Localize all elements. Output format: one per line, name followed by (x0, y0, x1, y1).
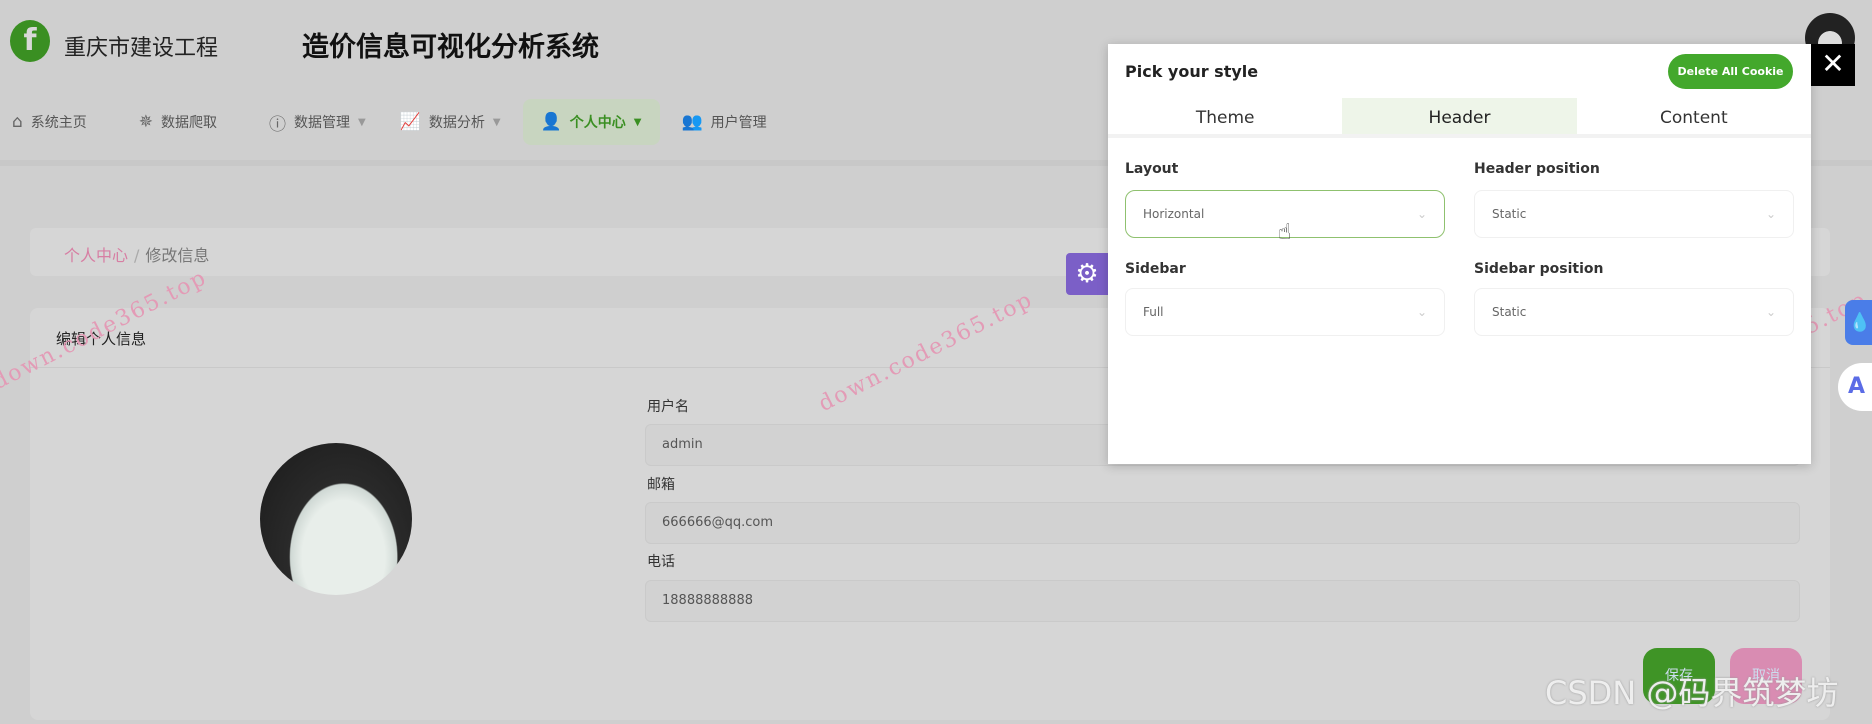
sidebar-label: Sidebar (1125, 261, 1186, 277)
breadcrumb-parent[interactable]: 个人中心 (64, 246, 128, 265)
caret-down-icon: ▼ (492, 116, 501, 128)
nav-label: 数据分析 (428, 115, 485, 131)
nav-personal-center[interactable]: 👤 个人中心 ▼ (522, 99, 660, 145)
hand-cursor-icon: ☝ (1278, 220, 1292, 245)
nav-data-manage[interactable]: ⓘ 数据管理 ▼ (257, 99, 378, 145)
chevron-down-icon: ⌄ (1416, 207, 1427, 221)
caret-down-icon: ▼ (358, 116, 366, 128)
email-input[interactable]: 666666@qq.com (645, 502, 1800, 544)
profile-avatar[interactable] (260, 443, 412, 595)
droplet-icon[interactable]: 💧 (1845, 300, 1872, 345)
tab-theme[interactable]: Theme (1108, 98, 1342, 134)
home-icon: ⌂ (12, 112, 23, 132)
main-nav: ⌂ 系统主页 ✵ 数据爬取 ⓘ 数据管理 ▼ 📈 数据分析 ▼ 👤 个人中心 ▼ 👥 用户管理 (0, 99, 789, 145)
style-tabs: Theme Header Content (1108, 98, 1811, 138)
layout-label: Layout (1125, 161, 1179, 177)
email-label: 邮箱 (647, 477, 675, 493)
breadcrumb-separator: / (134, 246, 140, 265)
nav-data-analysis[interactable]: 📈 数据分析 ▼ (388, 99, 513, 145)
select-value: Full (1143, 305, 1164, 319)
select-value: Static (1492, 305, 1527, 319)
sidebar-position-select[interactable]: Static ⌄ (1474, 288, 1794, 336)
nav-crawl[interactable]: ✵ 数据爬取 (127, 99, 229, 145)
user-gear-icon: 👥 (681, 112, 703, 132)
username-label: 用户名 (647, 399, 689, 415)
system-title: 造价信息可视化分析系统 (302, 32, 599, 63)
nav-label: 数据管理 (294, 115, 351, 131)
chart-icon: 📈 (399, 112, 421, 132)
select-value: Static (1492, 207, 1527, 221)
phone-input[interactable]: 18888888888 (645, 580, 1800, 622)
phone-label: 电话 (647, 554, 675, 570)
tab-header[interactable]: Header (1342, 98, 1577, 134)
user-icon: 👤 (540, 112, 562, 132)
settings-gear-icon[interactable]: ⚙ (1066, 253, 1108, 295)
nav-home[interactable]: ⌂ 系统主页 (0, 99, 99, 145)
sidebar-position-label: Sidebar position (1474, 261, 1604, 277)
chevron-down-icon: ⌄ (1416, 305, 1427, 319)
nav-label: 系统主页 (30, 115, 87, 131)
nav-label: 个人中心 (569, 115, 626, 131)
caret-down-icon: ▼ (633, 116, 642, 128)
modal-title: Pick your style (1125, 62, 1259, 81)
sidebar-select[interactable]: Full ⌄ (1125, 288, 1445, 336)
delete-cookie-button[interactable]: Delete All Cookie (1668, 54, 1793, 89)
select-value: Horizontal (1143, 207, 1205, 221)
close-button[interactable]: ✕ (1811, 44, 1855, 86)
nav-label: 数据爬取 (161, 115, 218, 131)
csdn-watermark: CSDN @码界筑梦坊 (1545, 674, 1839, 712)
chevron-down-icon: ⌄ (1765, 305, 1776, 319)
assistant-icon[interactable]: A (1838, 363, 1872, 411)
nav-label: 用户管理 (710, 115, 767, 131)
brand-name: 重庆市建设工程 (64, 36, 219, 61)
chevron-down-icon: ⌄ (1765, 207, 1776, 221)
style-picker-modal: Pick your style Delete All Cookie Theme … (1108, 44, 1811, 464)
spider-icon: ✵ (138, 112, 154, 132)
nav-user-manage[interactable]: 👥 用户管理 (670, 99, 779, 145)
breadcrumb-current: 修改信息 (145, 246, 210, 265)
header-position-select[interactable]: Static ⌄ (1474, 190, 1794, 238)
tab-content[interactable]: Content (1577, 98, 1811, 134)
header-position-label: Header position (1474, 161, 1600, 177)
info-icon: ⓘ (269, 114, 287, 135)
logo: f (10, 20, 50, 62)
